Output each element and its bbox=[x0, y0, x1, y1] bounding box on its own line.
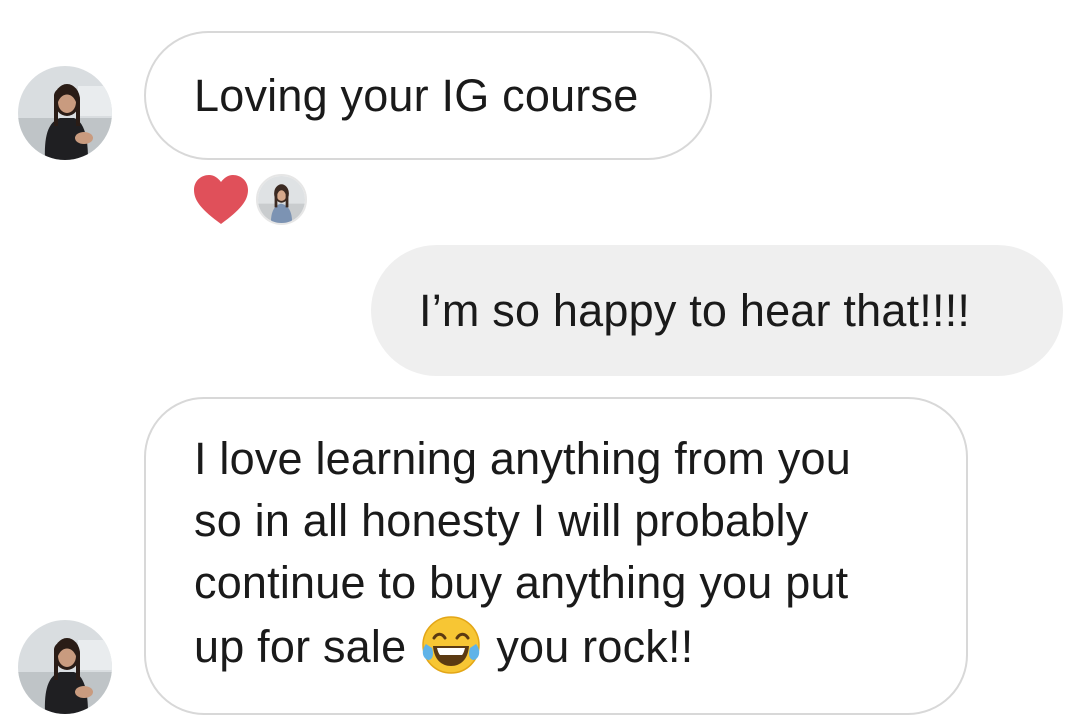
message-text-line: continue to buy anything you put bbox=[194, 557, 849, 608]
message-text-line: I love learning anything from you bbox=[194, 433, 851, 484]
sender-avatar[interactable] bbox=[18, 66, 112, 160]
heart-icon[interactable] bbox=[192, 174, 250, 226]
sender-avatar-image bbox=[18, 620, 112, 714]
message-text-line-last: up for sale you rock!! bbox=[194, 614, 966, 678]
message-text: you rock!! bbox=[496, 621, 694, 672]
message-text: up for sale bbox=[194, 621, 407, 672]
message-bubble-outgoing[interactable]: I’m so happy to hear that!!!! bbox=[371, 245, 1063, 376]
message-bubble-incoming[interactable]: Loving your IG course bbox=[144, 31, 712, 160]
message-text: Loving your IG course bbox=[194, 70, 639, 121]
sender-avatar-image bbox=[18, 66, 112, 160]
sender-avatar[interactable] bbox=[18, 620, 112, 714]
chat-thread: Loving your IG course I’m so happy to he… bbox=[0, 0, 1089, 720]
reactor-avatar[interactable] bbox=[256, 174, 307, 225]
message-text-line: so in all honesty I will probably bbox=[194, 495, 809, 546]
reactor-avatar-image bbox=[258, 176, 305, 223]
message-text: I’m so happy to hear that!!!! bbox=[419, 285, 971, 336]
message-bubble-incoming[interactable]: I love learning anything from you so in … bbox=[144, 397, 968, 715]
face-with-tears-of-joy-icon bbox=[420, 614, 482, 676]
